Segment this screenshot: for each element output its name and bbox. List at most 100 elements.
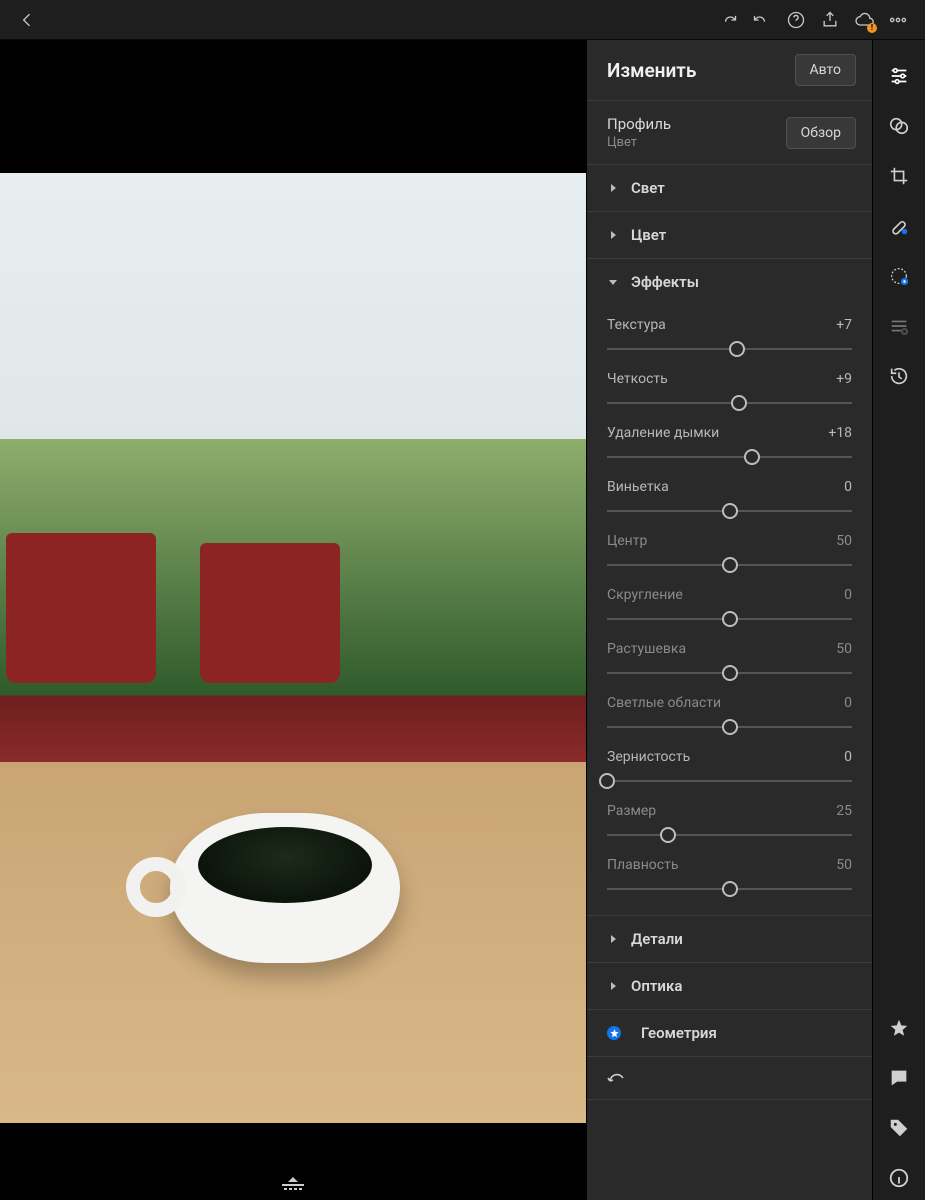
more-button[interactable] [881,3,915,37]
slider-handle-clarity[interactable] [731,395,747,411]
profile-value: Цвет [607,135,671,150]
slider-value-texture: +7 [836,317,852,333]
profile-row: Профиль Цвет Обзор [587,101,872,165]
app-root: ! Изменить Авто Профиль [0,0,925,1200]
slider-handle-grain[interactable] [599,773,615,789]
slider-label-size: Размер [607,803,656,819]
redo-button[interactable] [711,3,745,37]
cloud-warning-badge: ! [867,23,877,33]
section-light-header[interactable]: Свет [587,165,872,211]
section-effects: Эффекты Текстура +7 Четкость +9 Удаление дым… [587,259,872,916]
slider-clarity: Четкость +9 [607,363,852,417]
slider-handle-size[interactable] [660,827,676,843]
panel-title: Изменить [607,59,696,82]
effects-sliders: Текстура +7 Четкость +9 Удаление дымки+18Вин… [587,305,872,915]
slider-value-roundness: 0 [844,587,852,603]
slider-track-feather[interactable] [607,663,852,683]
chevron-right-icon [607,934,619,944]
profile-browse-button[interactable]: Обзор [786,117,856,149]
section-geometry: Геометрия [587,1010,872,1057]
slider-feather: Растушевка50 [607,633,852,687]
slider-track-vignette[interactable] [607,501,852,521]
slider-value-vignette: 0 [844,479,852,495]
slider-label-highlights: Светлые области [607,695,721,711]
auto-button[interactable]: Авто [795,54,857,86]
info-icon[interactable] [877,1156,921,1200]
rate-star-icon[interactable] [877,1006,921,1050]
section-detail-header[interactable]: Детали [587,916,872,962]
section-color-header[interactable]: Цвет [587,212,872,258]
slider-dehaze: Удаление дымки+18 [607,417,852,471]
section-effects-label: Эффекты [631,273,699,291]
slider-handle-roundness[interactable] [722,611,738,627]
presets-tool-icon[interactable] [877,104,921,148]
cloud-status-button[interactable]: ! [847,3,881,37]
slider-handle-feather[interactable] [722,665,738,681]
slider-value-clarity: +9 [836,371,852,387]
slider-value-highlights: 0 [844,695,852,711]
slider-highlights: Светлые области 0 [607,687,852,741]
mask-tool-icon[interactable] [877,254,921,298]
slider-label-dehaze: Удаление дымки [607,425,719,441]
section-geometry-label: Геометрия [641,1024,717,1042]
section-detail-label: Детали [631,930,683,948]
profile-label: Профиль [607,115,671,133]
healing-tool-icon[interactable] [877,204,921,248]
versions-tool-icon[interactable] [877,304,921,348]
slider-track-midpoint[interactable] [607,555,852,575]
section-effects-header[interactable]: Эффекты [587,259,872,305]
slider-handle-highlights[interactable] [722,719,738,735]
slider-track-dehaze[interactable] [607,447,852,467]
slider-value-size: 25 [836,803,852,819]
slider-value-grain: 0 [844,749,852,765]
slider-smoothness: Плавность50 [607,849,852,903]
section-geometry-header[interactable]: Геометрия [587,1010,872,1056]
history-tool-icon[interactable] [877,354,921,398]
slider-value-feather: 50 [836,641,852,657]
tag-icon[interactable] [877,1106,921,1150]
back-button[interactable] [10,3,44,37]
slider-track-clarity[interactable] [607,393,852,413]
topbar: ! [0,0,925,40]
slider-handle-midpoint[interactable] [722,557,738,573]
section-optics-header[interactable]: Оптика [587,963,872,1009]
slider-handle-texture[interactable] [729,341,745,357]
slider-value-midpoint: 50 [836,533,852,549]
slider-roundness: Скругление 0 [607,579,852,633]
photo-canvas[interactable] [0,40,586,1200]
comment-icon[interactable] [877,1056,921,1100]
slider-track-size[interactable] [607,825,852,845]
reset-button[interactable] [587,1057,872,1099]
section-detail: Детали [587,916,872,963]
slider-label-texture: Текстура [607,317,666,333]
slider-texture: Текстура +7 [607,309,852,363]
edit-tool-icon[interactable] [877,54,921,98]
edit-panel: Изменить Авто Профиль Цвет Обзор Свет [586,40,872,1200]
slider-label-clarity: Четкость [607,371,668,387]
photo-preview [0,173,586,1123]
tool-rail [872,40,925,1200]
chevron-right-icon [607,230,619,240]
slider-label-smoothness: Плавность [607,857,678,873]
panel-header: Изменить Авто [587,40,872,101]
chevron-down-icon [607,277,619,287]
slider-track-texture[interactable] [607,339,852,359]
premium-star-icon [607,1026,621,1040]
slider-track-highlights[interactable] [607,717,852,737]
slider-track-grain[interactable] [607,771,852,791]
section-light-label: Свет [631,179,665,197]
slider-handle-vignette[interactable] [722,503,738,519]
section-light: Свет [587,165,872,212]
slider-handle-smoothness[interactable] [722,881,738,897]
slider-track-smoothness[interactable] [607,879,852,899]
slider-label-roundness: Скругление [607,587,683,603]
help-button[interactable] [779,3,813,37]
crop-tool-icon[interactable] [877,154,921,198]
slider-grain: Зернистость0 [607,741,852,795]
slider-vignette: Виньетка0 [607,471,852,525]
slider-handle-dehaze[interactable] [744,449,760,465]
undo-button[interactable] [745,3,779,37]
slider-track-roundness[interactable] [607,609,852,629]
filmstrip-toggle[interactable] [282,1175,304,1194]
share-button[interactable] [813,3,847,37]
